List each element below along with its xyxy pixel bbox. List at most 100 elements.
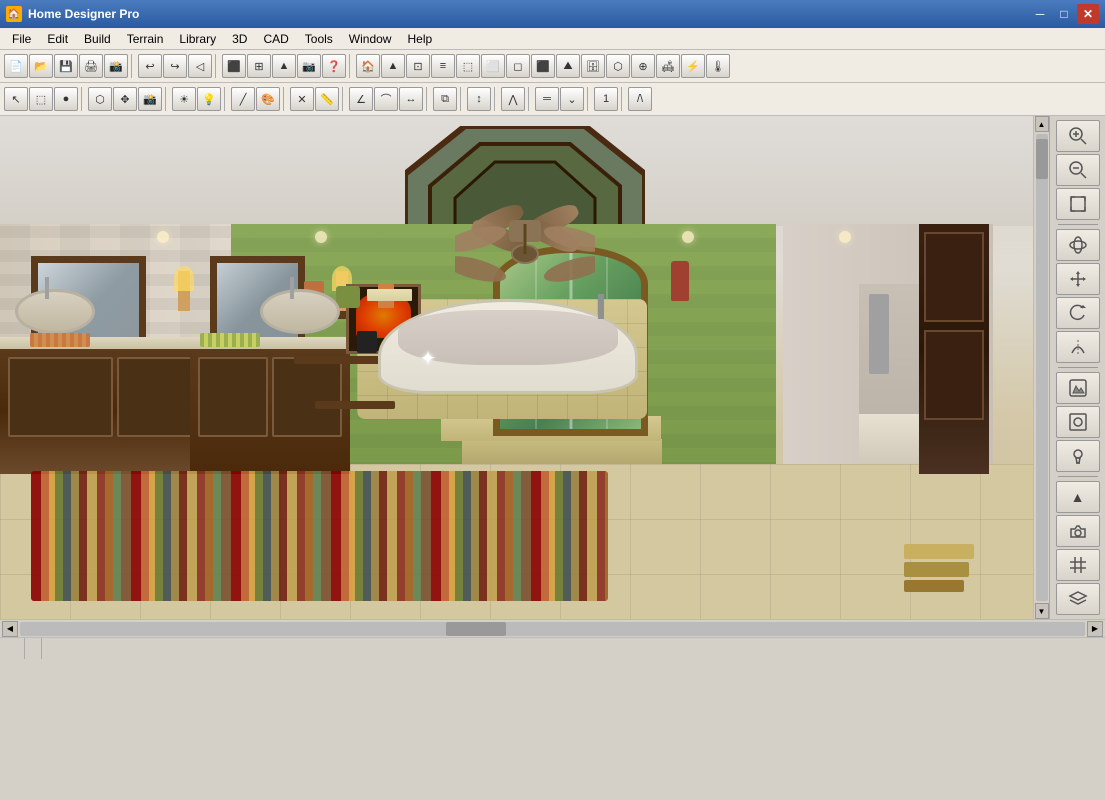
menu-3d[interactable]: 3D: [224, 30, 255, 48]
fit-window-btn[interactable]: [1056, 188, 1100, 220]
room-button[interactable]: ◻: [506, 54, 530, 78]
menu-terrain[interactable]: Terrain: [119, 30, 172, 48]
hvac-button[interactable]: 🌡: [706, 54, 730, 78]
point-btn[interactable]: ●: [54, 87, 78, 111]
capture-button[interactable]: 📸: [104, 54, 128, 78]
pan-tool-btn[interactable]: [1056, 263, 1100, 295]
zoom-out-sidebar-btn[interactable]: [1056, 154, 1100, 186]
spin-tool-btn[interactable]: [1056, 297, 1100, 329]
zoom-in-sidebar-btn[interactable]: [1056, 120, 1100, 152]
move-up-btn[interactable]: ▲: [1056, 481, 1100, 513]
window-title: Home Designer Pro: [28, 7, 1029, 21]
elevation-tool[interactable]: ↕: [467, 87, 491, 111]
down-tool[interactable]: ⌄: [560, 87, 584, 111]
roof-button[interactable]: ▲: [381, 54, 405, 78]
move-tool[interactable]: ✥: [113, 87, 137, 111]
help-button[interactable]: ❓: [322, 54, 346, 78]
print-button[interactable]: 🖨: [79, 54, 103, 78]
angle2-tool[interactable]: /\: [628, 87, 652, 111]
separator-1: [131, 54, 135, 78]
scroll-track-h[interactable]: [20, 622, 1085, 636]
camera-roll-btn[interactable]: [1056, 515, 1100, 547]
floor-vase: [671, 261, 689, 301]
number-tool[interactable]: 1: [594, 87, 618, 111]
measure-tool[interactable]: 📏: [315, 87, 339, 111]
tilt-tool-btn[interactable]: [1056, 331, 1100, 363]
grid-sidebar-btn[interactable]: [1056, 549, 1100, 581]
close-button[interactable]: ✕: [1077, 4, 1099, 24]
menu-help[interactable]: Help: [399, 30, 440, 48]
settings-sidebar-btn[interactable]: [1056, 406, 1100, 438]
cabinet-button[interactable]: 🗄: [581, 54, 605, 78]
corner-accent: [904, 544, 984, 594]
scroll-down-arrow[interactable]: ▼: [1035, 603, 1049, 619]
undo-button[interactable]: ↩: [138, 54, 162, 78]
camera-tool[interactable]: 📸: [138, 87, 162, 111]
draw-line-tool[interactable]: ╱: [231, 87, 255, 111]
electric-button[interactable]: ⚡: [681, 54, 705, 78]
dim-h-tool[interactable]: ↔: [399, 87, 423, 111]
scroll-right-arrow[interactable]: ▶: [1087, 621, 1103, 637]
select-tool[interactable]: ↖: [4, 87, 28, 111]
sconce-1: [178, 271, 190, 311]
sidebar-sep-1: [1058, 224, 1098, 225]
deck-button[interactable]: ⬛: [531, 54, 555, 78]
orbit-tool-btn[interactable]: [1056, 229, 1100, 261]
right-sidebar: ▲: [1049, 116, 1105, 619]
color-tool[interactable]: 🎨: [256, 87, 280, 111]
scene-canvas: ✦: [0, 116, 1049, 619]
fan-render: [455, 224, 595, 287]
light-tool[interactable]: 💡: [197, 87, 221, 111]
furnish-button[interactable]: 🛋: [656, 54, 680, 78]
roof-tool2[interactable]: ⋀: [501, 87, 525, 111]
plan-view-button[interactable]: ⬛: [222, 54, 246, 78]
scroll-up-arrow[interactable]: ▲: [1035, 116, 1049, 132]
view2-button[interactable]: ⊞: [247, 54, 271, 78]
save-button[interactable]: 💾: [54, 54, 78, 78]
sun-tool[interactable]: ☀: [172, 87, 196, 111]
status-segment-1: [8, 638, 25, 659]
separator-8: [342, 87, 346, 111]
cross-tool[interactable]: ✕: [290, 87, 314, 111]
select-area-tool[interactable]: ⬚: [29, 87, 53, 111]
window-button[interactable]: ⬜: [481, 54, 505, 78]
angle-tool[interactable]: ∠: [349, 87, 373, 111]
stair-button[interactable]: ≡: [431, 54, 455, 78]
separator-9: [426, 87, 430, 111]
back-button[interactable]: ◁: [188, 54, 212, 78]
scroll-left-arrow[interactable]: ◀: [2, 621, 18, 637]
maximize-button[interactable]: □: [1053, 4, 1075, 24]
light-sidebar-btn[interactable]: [1056, 440, 1100, 472]
scrollbar-vertical[interactable]: ▲ ▼: [1033, 116, 1049, 619]
appliance-button[interactable]: ⬡: [606, 54, 630, 78]
new-button[interactable]: 📄: [4, 54, 28, 78]
menu-cad[interactable]: CAD: [255, 30, 296, 48]
render-btn-sidebar[interactable]: [1056, 372, 1100, 404]
menu-tools[interactable]: Tools: [297, 30, 341, 48]
door-button[interactable]: ⬚: [456, 54, 480, 78]
menu-library[interactable]: Library: [171, 30, 224, 48]
terrain-button[interactable]: ⛰: [556, 54, 580, 78]
view4-button[interactable]: 📷: [297, 54, 321, 78]
menu-edit[interactable]: Edit: [39, 30, 76, 48]
component-btn[interactable]: ⬡: [88, 87, 112, 111]
towel-right: [200, 333, 260, 347]
open-button[interactable]: 📂: [29, 54, 53, 78]
menu-window[interactable]: Window: [341, 30, 400, 48]
scrollbar-horizontal[interactable]: ◀ ▶: [0, 619, 1105, 637]
fixture-button[interactable]: ⊕: [631, 54, 655, 78]
minimize-button[interactable]: ─: [1029, 4, 1051, 24]
arc-tool[interactable]: ⌒: [374, 87, 398, 111]
menu-file[interactable]: File: [4, 30, 39, 48]
redo-button[interactable]: ↪: [163, 54, 187, 78]
3d-viewport[interactable]: ✦: [0, 116, 1049, 619]
copy-tool[interactable]: ⧉: [433, 87, 457, 111]
layers-btn[interactable]: [1056, 583, 1100, 615]
wall-button[interactable]: ⊡: [406, 54, 430, 78]
scroll-track-v[interactable]: [1036, 134, 1048, 601]
level-tool[interactable]: ═: [535, 87, 559, 111]
view3-button[interactable]: ▲: [272, 54, 296, 78]
house-button[interactable]: 🏠: [356, 54, 380, 78]
separator-13: [587, 87, 591, 111]
menu-build[interactable]: Build: [76, 30, 119, 48]
